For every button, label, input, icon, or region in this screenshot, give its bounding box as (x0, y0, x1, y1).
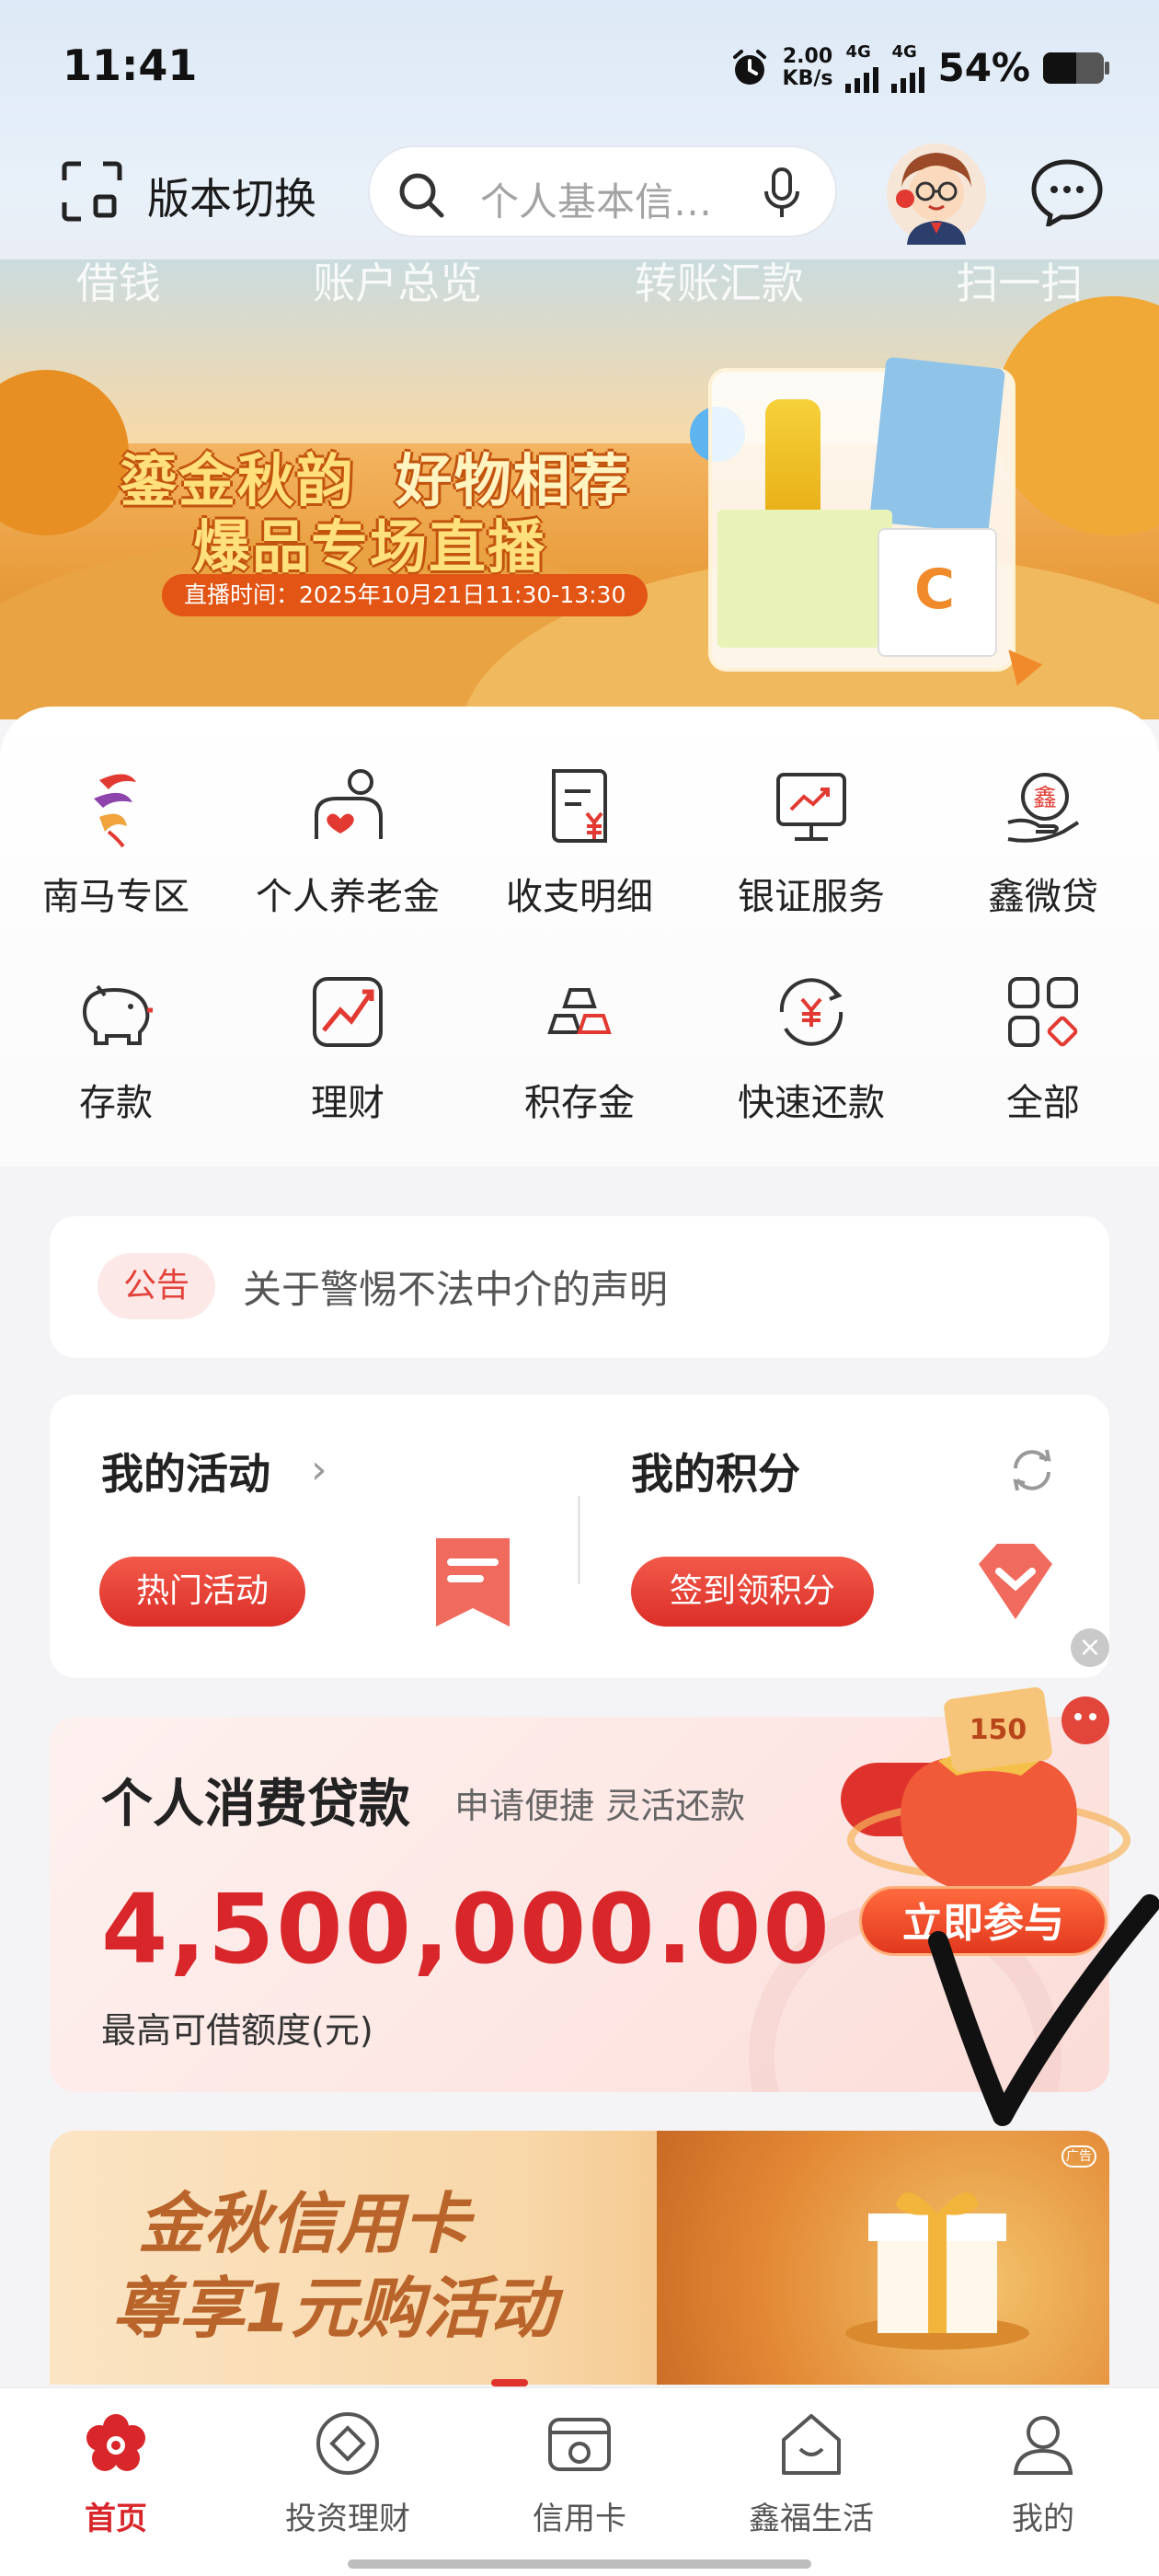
gold-bars-icon (547, 988, 612, 1034)
battery-icon (1043, 52, 1109, 84)
alarm-icon (732, 49, 766, 85)
status-time: 11:41 (63, 40, 198, 90)
notice-tag: 公告 (98, 1253, 215, 1319)
all-grid-icon (1008, 977, 1078, 1047)
banner-page-indicator (491, 2379, 528, 2386)
quick-menu-grid: 南马专区 个人养老金 收支明细 银证服务 鑫 鑫微贷 存款 理财 积存金 快速还… (0, 762, 1159, 1126)
nav-life[interactable]: 鑫福生活 (695, 2407, 927, 2538)
ghost-shortcut-tabs: 借钱 账户总览 转账汇款 扫一扫 (0, 259, 1159, 311)
bookmark-deco-icon (436, 1538, 510, 1627)
nav-credit-card[interactable]: 信用卡 (464, 2407, 695, 2538)
menu-item-wealth[interactable]: 理财 (232, 968, 464, 1126)
cc-banner-line1: 金秋信用卡 (138, 2185, 470, 2262)
nav-profile[interactable]: 我的 (927, 2407, 1159, 2538)
bottom-navigation: 首页 投资理财 信用卡 鑫福生活 我的 (0, 2386, 1159, 2576)
nav-invest[interactable]: 投资理财 (232, 2407, 464, 2538)
loan-max-amount: 4,500,000.00 (101, 1873, 832, 1985)
my-activities-title[interactable]: 我的活动 (101, 1441, 270, 1501)
menu-item-micro-loan[interactable]: 鑫 鑫微贷 (927, 762, 1159, 920)
ghost-tab: 借钱 (75, 259, 161, 308)
hot-activities-button[interactable]: 热门活动 (99, 1557, 306, 1627)
search-icon (399, 173, 444, 218)
signal-bars-icon (845, 62, 879, 93)
top-bar: 版本切换 个人基本信… (0, 138, 1159, 248)
invest-icon (316, 2412, 379, 2475)
life-house-icon (782, 2414, 841, 2475)
quick-repay-icon (779, 978, 843, 1046)
bill-detail-icon (552, 769, 607, 843)
ghost-tab: 账户总览 (313, 259, 483, 308)
svg-text:鑫: 鑫 (1033, 785, 1057, 812)
product-pack: C (878, 528, 997, 657)
status-indicators: 2.00 KB/s 4G 4G 54% (729, 42, 1109, 93)
product-box (868, 356, 1006, 535)
avatar[interactable] (885, 142, 988, 245)
live-promo-banner[interactable]: 借钱 账户总览 转账汇款 扫一扫 鎏金秋韵 好物相荐 爆品专场直播 直播时间：2… (0, 259, 1159, 719)
badge-amount: 150 (970, 1714, 1027, 1746)
search-placeholder: 个人基本信… (480, 179, 713, 224)
credit-card-promo-banner[interactable]: 金秋信用卡 尊享1元购活动 广告 (50, 2131, 1109, 2385)
battery-percent: 54% (937, 45, 1030, 90)
chevron-right-icon[interactable]: › (311, 1446, 327, 1493)
menu-item-quick-repay[interactable]: 快速还款 (695, 968, 927, 1126)
microphone-icon[interactable] (763, 167, 800, 219)
nav-home[interactable]: 首页 (0, 2407, 232, 2538)
refresh-icon[interactable] (1006, 1444, 1058, 1496)
notice-text[interactable]: 关于警惕不法中介的声明 (243, 1259, 668, 1315)
gift-box-icon (845, 2192, 1029, 2350)
check-mark-icon (928, 1894, 1159, 2126)
menu-item-bank-securities[interactable]: 银证服务 (695, 762, 927, 920)
nanma-logo-icon (94, 774, 136, 848)
ghost-tab: 扫一扫 (956, 259, 1084, 308)
wealth-chart-icon (313, 977, 383, 1047)
loan-amount-caption: 最高可借额度(元) (101, 2010, 373, 2051)
micro-loan-icon: 鑫 (1007, 773, 1080, 843)
live-time-badge: 直播时间：2025年10月21日11:30-13:30 (162, 574, 648, 616)
coupon-tickets (717, 510, 892, 648)
menu-item-pension[interactable]: 个人养老金 (232, 762, 464, 920)
version-switch-button[interactable]: 版本切换 (147, 166, 316, 226)
banner-title-line2: 爆品专场直播 (193, 513, 547, 581)
loan-title: 个人消费贷款 (101, 1775, 410, 1834)
status-bar: 11:41 2.00 KB/s 4G 4G 54% (0, 37, 1159, 101)
sim1-signal: 4G (845, 42, 879, 93)
net-speed: 2.00 KB/s (782, 44, 833, 90)
stock-monitor-icon (776, 773, 846, 841)
ghost-tab: 转账汇款 (634, 259, 804, 308)
home-flower-icon (86, 2414, 145, 2471)
menu-item-gold-accumulation[interactable]: 积存金 (464, 968, 695, 1126)
search-bar[interactable]: 个人基本信… (368, 145, 837, 237)
piggy-bank-icon (82, 984, 153, 1045)
home-indicator[interactable] (348, 2559, 811, 2569)
pension-heart-icon (315, 769, 383, 839)
menu-item-nanma[interactable]: 南马专区 (0, 762, 232, 920)
scan-switch-icon[interactable] (61, 160, 123, 223)
chat-icon[interactable] (1030, 158, 1104, 226)
credit-card-icon (548, 2418, 611, 2471)
menu-item-deposit[interactable]: 存款 (0, 968, 232, 1126)
signal-bars-icon (891, 62, 925, 93)
loan-subtitle: 申请便捷 灵活还款 (454, 1786, 746, 1826)
menu-item-bill-detail[interactable]: 收支明细 (464, 762, 695, 920)
check-in-points-button[interactable]: 签到领积分 (631, 1557, 875, 1627)
card-divider (578, 1496, 580, 1584)
quick-menu-panel: 南马专区 个人养老金 收支明细 银证服务 鑫 鑫微贷 存款 理财 积存金 快速还… (0, 707, 1159, 1167)
sim2-signal: 4G (891, 42, 925, 93)
diamond-deco-icon (979, 1544, 1052, 1619)
profile-icon (1013, 2416, 1073, 2475)
notice-bar[interactable]: 公告 关于警惕不法中介的声明 (50, 1216, 1109, 1358)
menu-item-all[interactable]: 全部 (927, 968, 1159, 1126)
ad-badge: 广告 (1061, 2145, 1096, 2168)
my-points-title[interactable]: 我的积分 (631, 1441, 800, 1501)
activity-points-card: 我的活动 › 热门活动 我的积分 签到领积分 (50, 1395, 1109, 1678)
close-icon[interactable]: × (1071, 1628, 1109, 1667)
product-showcase[interactable]: × C (708, 356, 1016, 672)
cc-banner-line2: 尊享1元购活动 (112, 2270, 557, 2347)
